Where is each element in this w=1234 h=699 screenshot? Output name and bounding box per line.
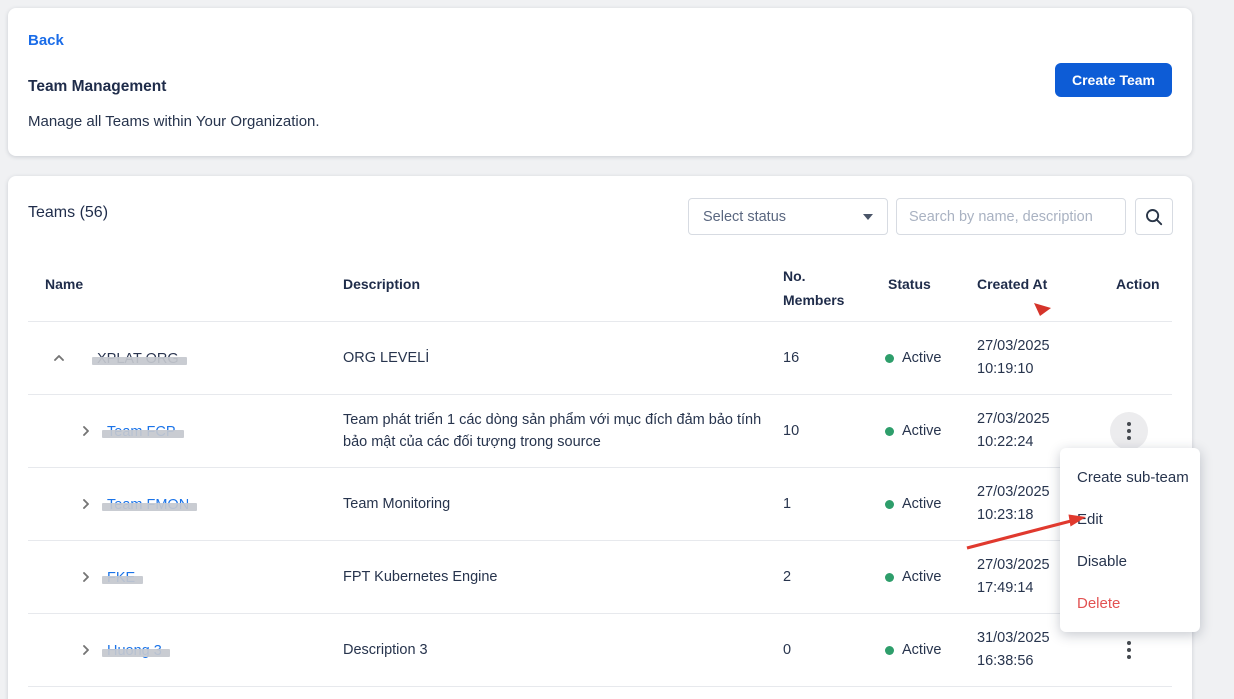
- kebab-icon: [1127, 641, 1131, 645]
- teams-count-heading: Teams (56): [28, 204, 108, 222]
- created-date: 27/03/2025: [977, 554, 1050, 577]
- chevron-up-icon: [51, 350, 67, 366]
- column-header-description: Description: [343, 276, 420, 292]
- status-active-dot: [885, 646, 894, 655]
- team-name-link[interactable]: Team FMON: [107, 497, 189, 513]
- kebab-icon: [1127, 436, 1131, 440]
- members-count: 1: [783, 496, 791, 512]
- status-badge: Active: [885, 496, 942, 512]
- table-row: Huong 3 Description 3 0 Active 31/03/202…: [28, 614, 1172, 687]
- row-actions-kebab-button[interactable]: [1110, 412, 1148, 450]
- kebab-icon: [1127, 422, 1131, 426]
- chevron-right-icon: [78, 569, 94, 585]
- menu-item-edit[interactable]: Edit: [1060, 499, 1200, 541]
- team-description: Team Monitoring: [343, 493, 788, 515]
- created-time: 17:49:14: [977, 577, 1050, 600]
- created-time: 10:22:24: [977, 431, 1050, 454]
- created-at: 27/03/2025 10:22:24: [977, 408, 1050, 454]
- page-title: Team Management: [28, 78, 166, 96]
- team-description: Description 3: [343, 639, 788, 661]
- created-date: 27/03/2025: [977, 481, 1050, 504]
- status-filter-placeholder: Select status: [703, 209, 863, 225]
- row-actions-menu: Create sub-team Edit Disable Delete: [1060, 448, 1200, 632]
- search-button[interactable]: [1135, 198, 1173, 235]
- created-date: 27/03/2025: [977, 335, 1050, 358]
- chevron-right-icon: [78, 496, 94, 512]
- page-subtitle: Manage all Teams within Your Organizatio…: [28, 113, 320, 130]
- collapse-row-button[interactable]: [51, 350, 67, 366]
- chevron-right-icon: [78, 423, 94, 439]
- members-header-line2: Members: [783, 292, 844, 308]
- menu-item-disable[interactable]: Disable: [1060, 541, 1200, 583]
- members-count: 2: [783, 569, 791, 585]
- expand-row-button[interactable]: [78, 569, 94, 585]
- teams-panel-card: Teams (56) Select status Name Descriptio…: [8, 176, 1192, 699]
- status-label: Active: [902, 423, 942, 439]
- column-header-members: No. Members: [783, 264, 844, 312]
- status-active-dot: [885, 500, 894, 509]
- expand-row-button[interactable]: [78, 496, 94, 512]
- status-label: Active: [902, 569, 942, 585]
- team-name-link[interactable]: Huong 3: [107, 643, 162, 659]
- created-time: 10:19:10: [977, 358, 1050, 381]
- column-header-created-at: Created At: [977, 276, 1047, 292]
- search-input[interactable]: [896, 198, 1126, 235]
- status-badge: Active: [885, 423, 942, 439]
- team-description: Team phát triển 1 các dòng sản phẩm với …: [343, 409, 788, 453]
- team-name-link[interactable]: XPLAT ORG: [97, 351, 179, 367]
- magnifier-icon: [1144, 207, 1164, 227]
- kebab-icon: [1127, 648, 1131, 652]
- expand-row-button[interactable]: [78, 423, 94, 439]
- team-name-link[interactable]: FKE: [107, 570, 135, 586]
- team-description: FPT Kubernetes Engine: [343, 566, 788, 588]
- status-badge: Active: [885, 569, 942, 585]
- created-date: 31/03/2025: [977, 627, 1050, 650]
- table-header-row: Name Description No. Members Status Crea…: [28, 255, 1172, 322]
- expand-row-button[interactable]: [78, 642, 94, 658]
- team-description: ORG LEVELİ: [343, 347, 788, 369]
- created-at: 31/03/2025 16:38:56: [977, 627, 1050, 673]
- kebab-icon: [1127, 655, 1131, 659]
- page-header-card: Back Team Management Manage all Teams wi…: [8, 8, 1192, 156]
- row-actions-kebab-button[interactable]: [1110, 631, 1148, 669]
- members-header-line1: No.: [783, 268, 806, 284]
- created-at: 27/03/2025 10:23:18: [977, 481, 1050, 527]
- column-header-status: Status: [888, 276, 931, 292]
- table-row: Team FCP Team phát triển 1 các dòng sản …: [28, 395, 1172, 468]
- create-team-button[interactable]: Create Team: [1055, 63, 1172, 97]
- column-header-name: Name: [45, 276, 83, 292]
- status-active-dot: [885, 354, 894, 363]
- back-link[interactable]: Back: [28, 32, 64, 49]
- created-at: 27/03/2025 10:19:10: [977, 335, 1050, 381]
- status-label: Active: [902, 642, 942, 658]
- chevron-down-icon: [863, 214, 873, 220]
- created-time: 16:38:56: [977, 650, 1050, 673]
- status-badge: Active: [885, 642, 942, 658]
- members-count: 10: [783, 423, 799, 439]
- column-header-action: Action: [1116, 276, 1160, 292]
- created-time: 10:23:18: [977, 504, 1050, 527]
- members-count: 16: [783, 350, 799, 366]
- table-row: XPLAT ORG ORG LEVELİ 16 Active 27/03/202…: [28, 322, 1172, 395]
- status-label: Active: [902, 496, 942, 512]
- team-management-page: Back Team Management Manage all Teams wi…: [0, 0, 1234, 699]
- status-label: Active: [902, 350, 942, 366]
- status-active-dot: [885, 427, 894, 436]
- chevron-right-icon: [78, 642, 94, 658]
- created-at: 27/03/2025 17:49:14: [977, 554, 1050, 600]
- table-row: Team FMON Team Monitoring 1 Active 27/03…: [28, 468, 1172, 541]
- menu-item-create-sub-team[interactable]: Create sub-team: [1060, 457, 1200, 499]
- table-row: FKE FPT Kubernetes Engine 2 Active 27/03…: [28, 541, 1172, 614]
- status-active-dot: [885, 573, 894, 582]
- team-name-link[interactable]: Team FCP: [107, 424, 176, 440]
- members-count: 0: [783, 642, 791, 658]
- menu-item-delete[interactable]: Delete: [1060, 583, 1200, 625]
- status-filter-select[interactable]: Select status: [688, 198, 888, 235]
- kebab-icon: [1127, 429, 1131, 433]
- created-date: 27/03/2025: [977, 408, 1050, 431]
- status-badge: Active: [885, 350, 942, 366]
